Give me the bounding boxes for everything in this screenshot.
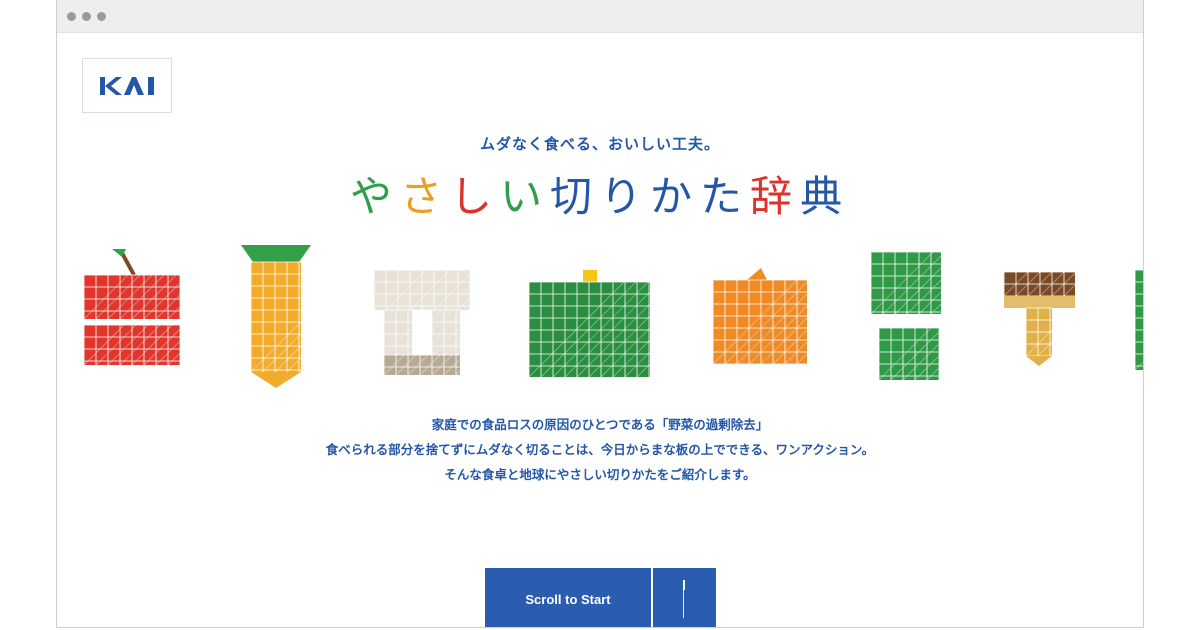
green-pepper-illustration[interactable] [867,250,945,385]
hero-title: やさしい切りかた辞典 [57,168,1143,226]
kai-logo[interactable] [82,58,172,113]
carrot-illustration[interactable] [239,240,314,390]
window-minimize-dot[interactable] [82,12,91,21]
kai-logo-mark [100,77,154,95]
title-char: し [449,172,500,221]
negi-illustration[interactable] [372,255,472,380]
browser-window: ムダなく食べる、おいしい工夫。 やさしい切りかた辞典 家庭での食品ロスの原因のひ… [56,0,1144,628]
vegetable-illustrations [57,240,1144,400]
scroll-indicator[interactable] [653,568,716,627]
scroll-to-start-button[interactable]: Scroll to Start [485,568,651,627]
partial-vegetable-illustration[interactable] [1133,270,1144,370]
intro-line-3: そんな食卓と地球にやさしい切りかたをご紹介します。 [444,467,756,482]
window-maximize-dot[interactable] [97,12,106,21]
title-char: 辞 [750,172,801,221]
title-char: り [600,172,651,221]
pumpkin-illustration[interactable] [527,268,652,380]
intro-line-1: 家庭での食品ロスの原因のひとつである「野菜の過剰除去」 [431,417,769,432]
window-close-dot[interactable] [67,12,76,21]
intro-line-2: 食べられる部分を捨てずにムダなく切ることは、今日からまな板の上でできる、ワンアク… [325,442,875,457]
intro-text: 家庭での食品ロスの原因のひとつである「野菜の過剰除去」 食べられる部分を捨てずに… [57,412,1143,487]
scroll-thumb [682,580,685,590]
hero-tagline: ムダなく食べる、おいしい工夫。 [479,135,720,153]
browser-titlebar [57,0,1143,33]
title-char: 典 [800,172,851,221]
title-char: た [700,172,751,221]
onion-illustration[interactable] [709,268,811,368]
apple-illustration[interactable] [82,245,182,375]
title-char: か [650,172,701,221]
title-char: さ [399,172,450,221]
title-char: 切 [549,172,600,221]
title-char: い [499,172,550,221]
mushroom-illustration[interactable] [1002,270,1077,370]
title-char: や [349,172,400,221]
